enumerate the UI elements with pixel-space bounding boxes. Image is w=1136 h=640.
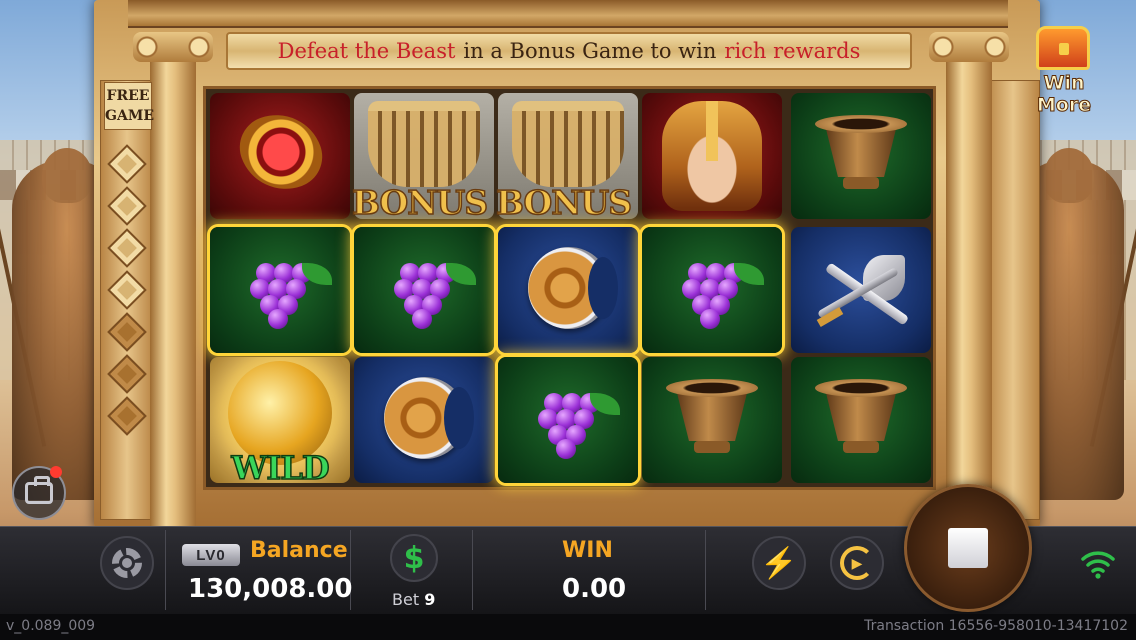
game-scene: Defeat the Beast in a Bonus Game to win … xyxy=(0,0,1136,640)
settings-button[interactable] xyxy=(100,536,154,590)
symbol-ruby-gem xyxy=(210,93,350,219)
stop-spin-button[interactable] xyxy=(904,484,1032,612)
wild-label: WILD xyxy=(231,448,331,483)
symbol-wild: WILD xyxy=(210,357,350,483)
progress-diamond xyxy=(107,144,147,184)
grapes-icon xyxy=(678,249,764,329)
symbol-grapes xyxy=(210,227,350,353)
transaction-label: Transaction 16556-958010-13417102 xyxy=(864,618,1128,634)
bet-button[interactable]: $ xyxy=(390,534,438,582)
progress-diamond xyxy=(107,186,147,226)
bonus-label-1: BONUS xyxy=(351,182,489,223)
level-badge: LV0 xyxy=(182,544,240,566)
divider xyxy=(705,530,706,610)
column-capital-right xyxy=(929,32,1009,62)
bet-display: Bet 9 xyxy=(392,590,435,609)
banner-highlight-2: rich rewards xyxy=(724,39,861,63)
bonus-label-2: BONUS xyxy=(495,182,633,223)
right-side-panel xyxy=(986,80,1040,520)
symbol-swords xyxy=(791,227,931,353)
bag-button[interactable] xyxy=(12,466,66,520)
bronze-cup-icon xyxy=(815,115,907,195)
shield-icon xyxy=(528,247,618,329)
symbol-cup xyxy=(791,93,931,219)
win-value: 0.00 xyxy=(562,574,627,604)
grapes-icon xyxy=(246,249,332,329)
grapes-icon xyxy=(390,249,476,329)
symbol-shield xyxy=(498,227,638,353)
notification-dot xyxy=(50,466,62,478)
symbol-cup xyxy=(642,357,782,483)
autoplay-button[interactable]: ▶ xyxy=(830,536,884,590)
colosseum-icon xyxy=(512,101,624,187)
progress-diamond xyxy=(107,228,147,268)
bet-value: 9 xyxy=(424,590,436,609)
ruby-gem-icon xyxy=(231,102,331,202)
grapes-icon xyxy=(534,379,620,459)
lightning-icon: ⚡ xyxy=(760,546,798,580)
dollar-icon: $ xyxy=(403,540,425,576)
progress-diamond xyxy=(107,270,147,310)
bag-icon xyxy=(25,476,53,504)
free-game-label-line2: GAME xyxy=(105,108,154,124)
promo-banner: Defeat the Beast in a Bonus Game to win … xyxy=(226,32,912,70)
colosseum-icon xyxy=(368,101,480,187)
symbol-shield xyxy=(354,357,494,483)
banner-text: in a Bonus Game to win xyxy=(463,39,717,63)
temple-frame-top xyxy=(128,0,1008,28)
bet-label: Bet xyxy=(392,590,420,609)
gear-icon xyxy=(112,548,142,578)
shield-icon xyxy=(384,377,474,459)
progress-diamond xyxy=(107,396,147,436)
free-game-progress xyxy=(106,144,148,470)
progress-diamond xyxy=(107,354,147,394)
treasure-chest-icon xyxy=(1036,26,1090,70)
column-capital-left xyxy=(133,32,213,62)
bronze-cup-icon xyxy=(815,379,907,459)
version-label: v_0.089_009 xyxy=(6,618,96,634)
bronze-cup-icon xyxy=(666,379,758,459)
win-more-button[interactable]: Win More xyxy=(1016,26,1112,117)
symbol-grapes xyxy=(498,357,638,483)
symbol-grapes xyxy=(642,227,782,353)
symbol-warrior xyxy=(642,93,782,219)
warrior-helmet-icon xyxy=(662,101,762,211)
balance-label: Balance xyxy=(250,538,348,563)
turbo-button[interactable]: ⚡ xyxy=(752,536,806,590)
footer-bar: v_0.089_009 Transaction 16556-958010-134… xyxy=(0,614,1136,640)
balance-value: 130,008.00 xyxy=(188,574,353,604)
stop-icon xyxy=(948,528,988,568)
free-game-label-line1: FREE xyxy=(106,88,150,104)
divider xyxy=(472,530,473,610)
divider xyxy=(165,530,166,610)
win-label: WIN xyxy=(562,538,613,563)
wifi-icon xyxy=(1081,551,1115,579)
banner-highlight-1: Defeat the Beast xyxy=(277,39,456,63)
symbol-cup xyxy=(791,357,931,483)
reel-grid: WILD BONUS BONUS xyxy=(203,86,936,490)
symbol-grapes xyxy=(354,227,494,353)
column-left xyxy=(150,34,196,528)
autoplay-icon: ▶ xyxy=(840,546,874,580)
crossed-swords-icon xyxy=(813,249,910,335)
column-right xyxy=(946,34,992,528)
free-game-label: FREE GAME xyxy=(104,82,154,130)
progress-diamond xyxy=(107,312,147,352)
win-more-label: Win More xyxy=(1036,72,1092,117)
